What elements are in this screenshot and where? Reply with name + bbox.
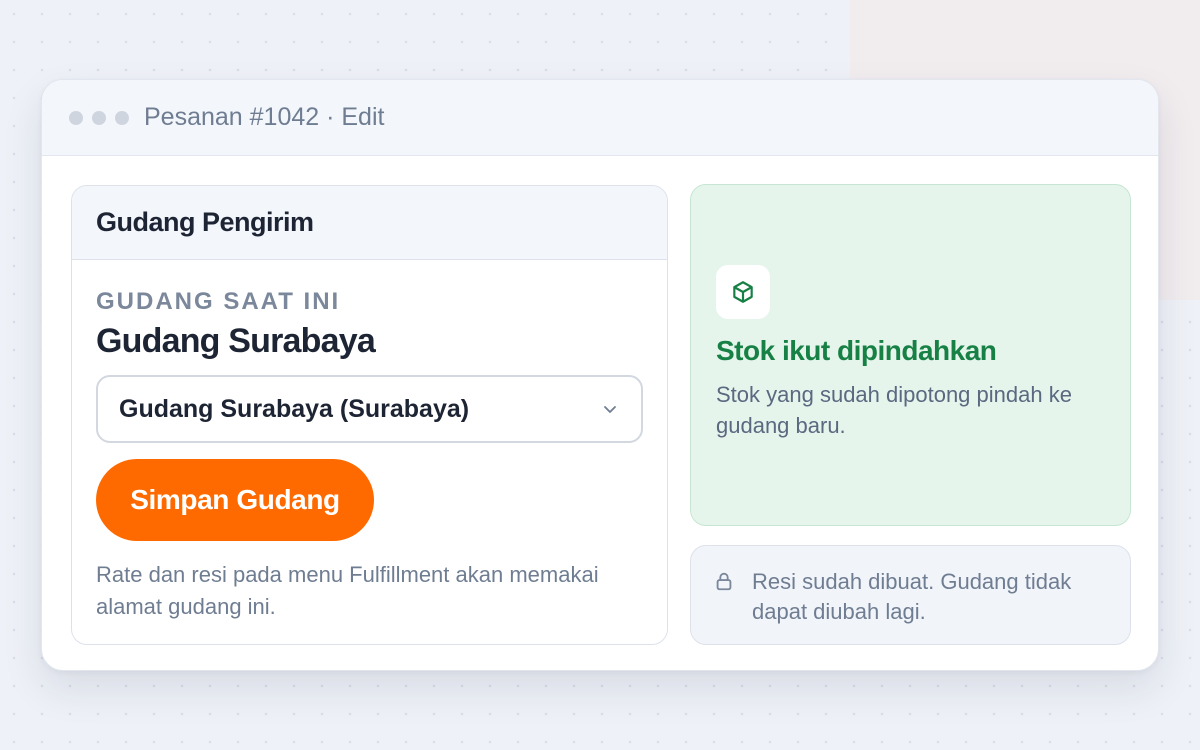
- current-warehouse-value: Gudang Surabaya: [96, 322, 376, 360]
- stock-info-card: Stok ikut dipindahkan Stok yang sudah di…: [690, 184, 1131, 526]
- warehouse-card-header: Gudang Pengirim: [72, 186, 667, 260]
- window-dot-maximize[interactable]: [115, 110, 129, 125]
- stock-info-text: Stok yang sudah dipotong pindah ke gudan…: [716, 382, 1072, 438]
- fulfillment-note: Rate dan resi pada menu Fulfillment akan…: [96, 562, 599, 619]
- warehouse-select[interactable]: Gudang Surabaya (Surabaya): [96, 375, 643, 443]
- window-titlebar: Pesanan #1042 · Edit: [42, 80, 1158, 156]
- warehouse-select-value: Gudang Surabaya (Surabaya): [119, 394, 470, 423]
- warehouse-card-body: GUDANG SAAT INI Gudang Surabaya Gudang S…: [72, 260, 667, 623]
- chevron-down-icon: [604, 406, 616, 413]
- app-window: Pesanan #1042 · Edit Gudang Pengirim GUD…: [41, 79, 1159, 671]
- window-dot-close[interactable]: [69, 110, 83, 125]
- lock-icon: [716, 572, 732, 591]
- warehouse-card-title: Gudang Pengirim: [96, 207, 314, 237]
- window-title: Pesanan #1042 · Edit: [144, 103, 385, 131]
- warehouse-card: Gudang Pengirim GUDANG SAAT INI Gudang S…: [71, 185, 668, 645]
- locked-notice-text: Resi sudah dibuat. Gudang tidak dapat di…: [752, 569, 1072, 624]
- package-icon-container: [716, 265, 770, 319]
- stock-info-title: Stok ikut dipindahkan: [716, 335, 997, 366]
- locked-notice: Resi sudah dibuat. Gudang tidak dapat di…: [690, 545, 1131, 645]
- package-icon: [733, 281, 753, 303]
- window-dot-minimize[interactable]: [92, 110, 106, 125]
- save-warehouse-button[interactable]: Simpan Gudang: [96, 459, 374, 541]
- current-warehouse-label: GUDANG SAAT INI: [96, 288, 341, 315]
